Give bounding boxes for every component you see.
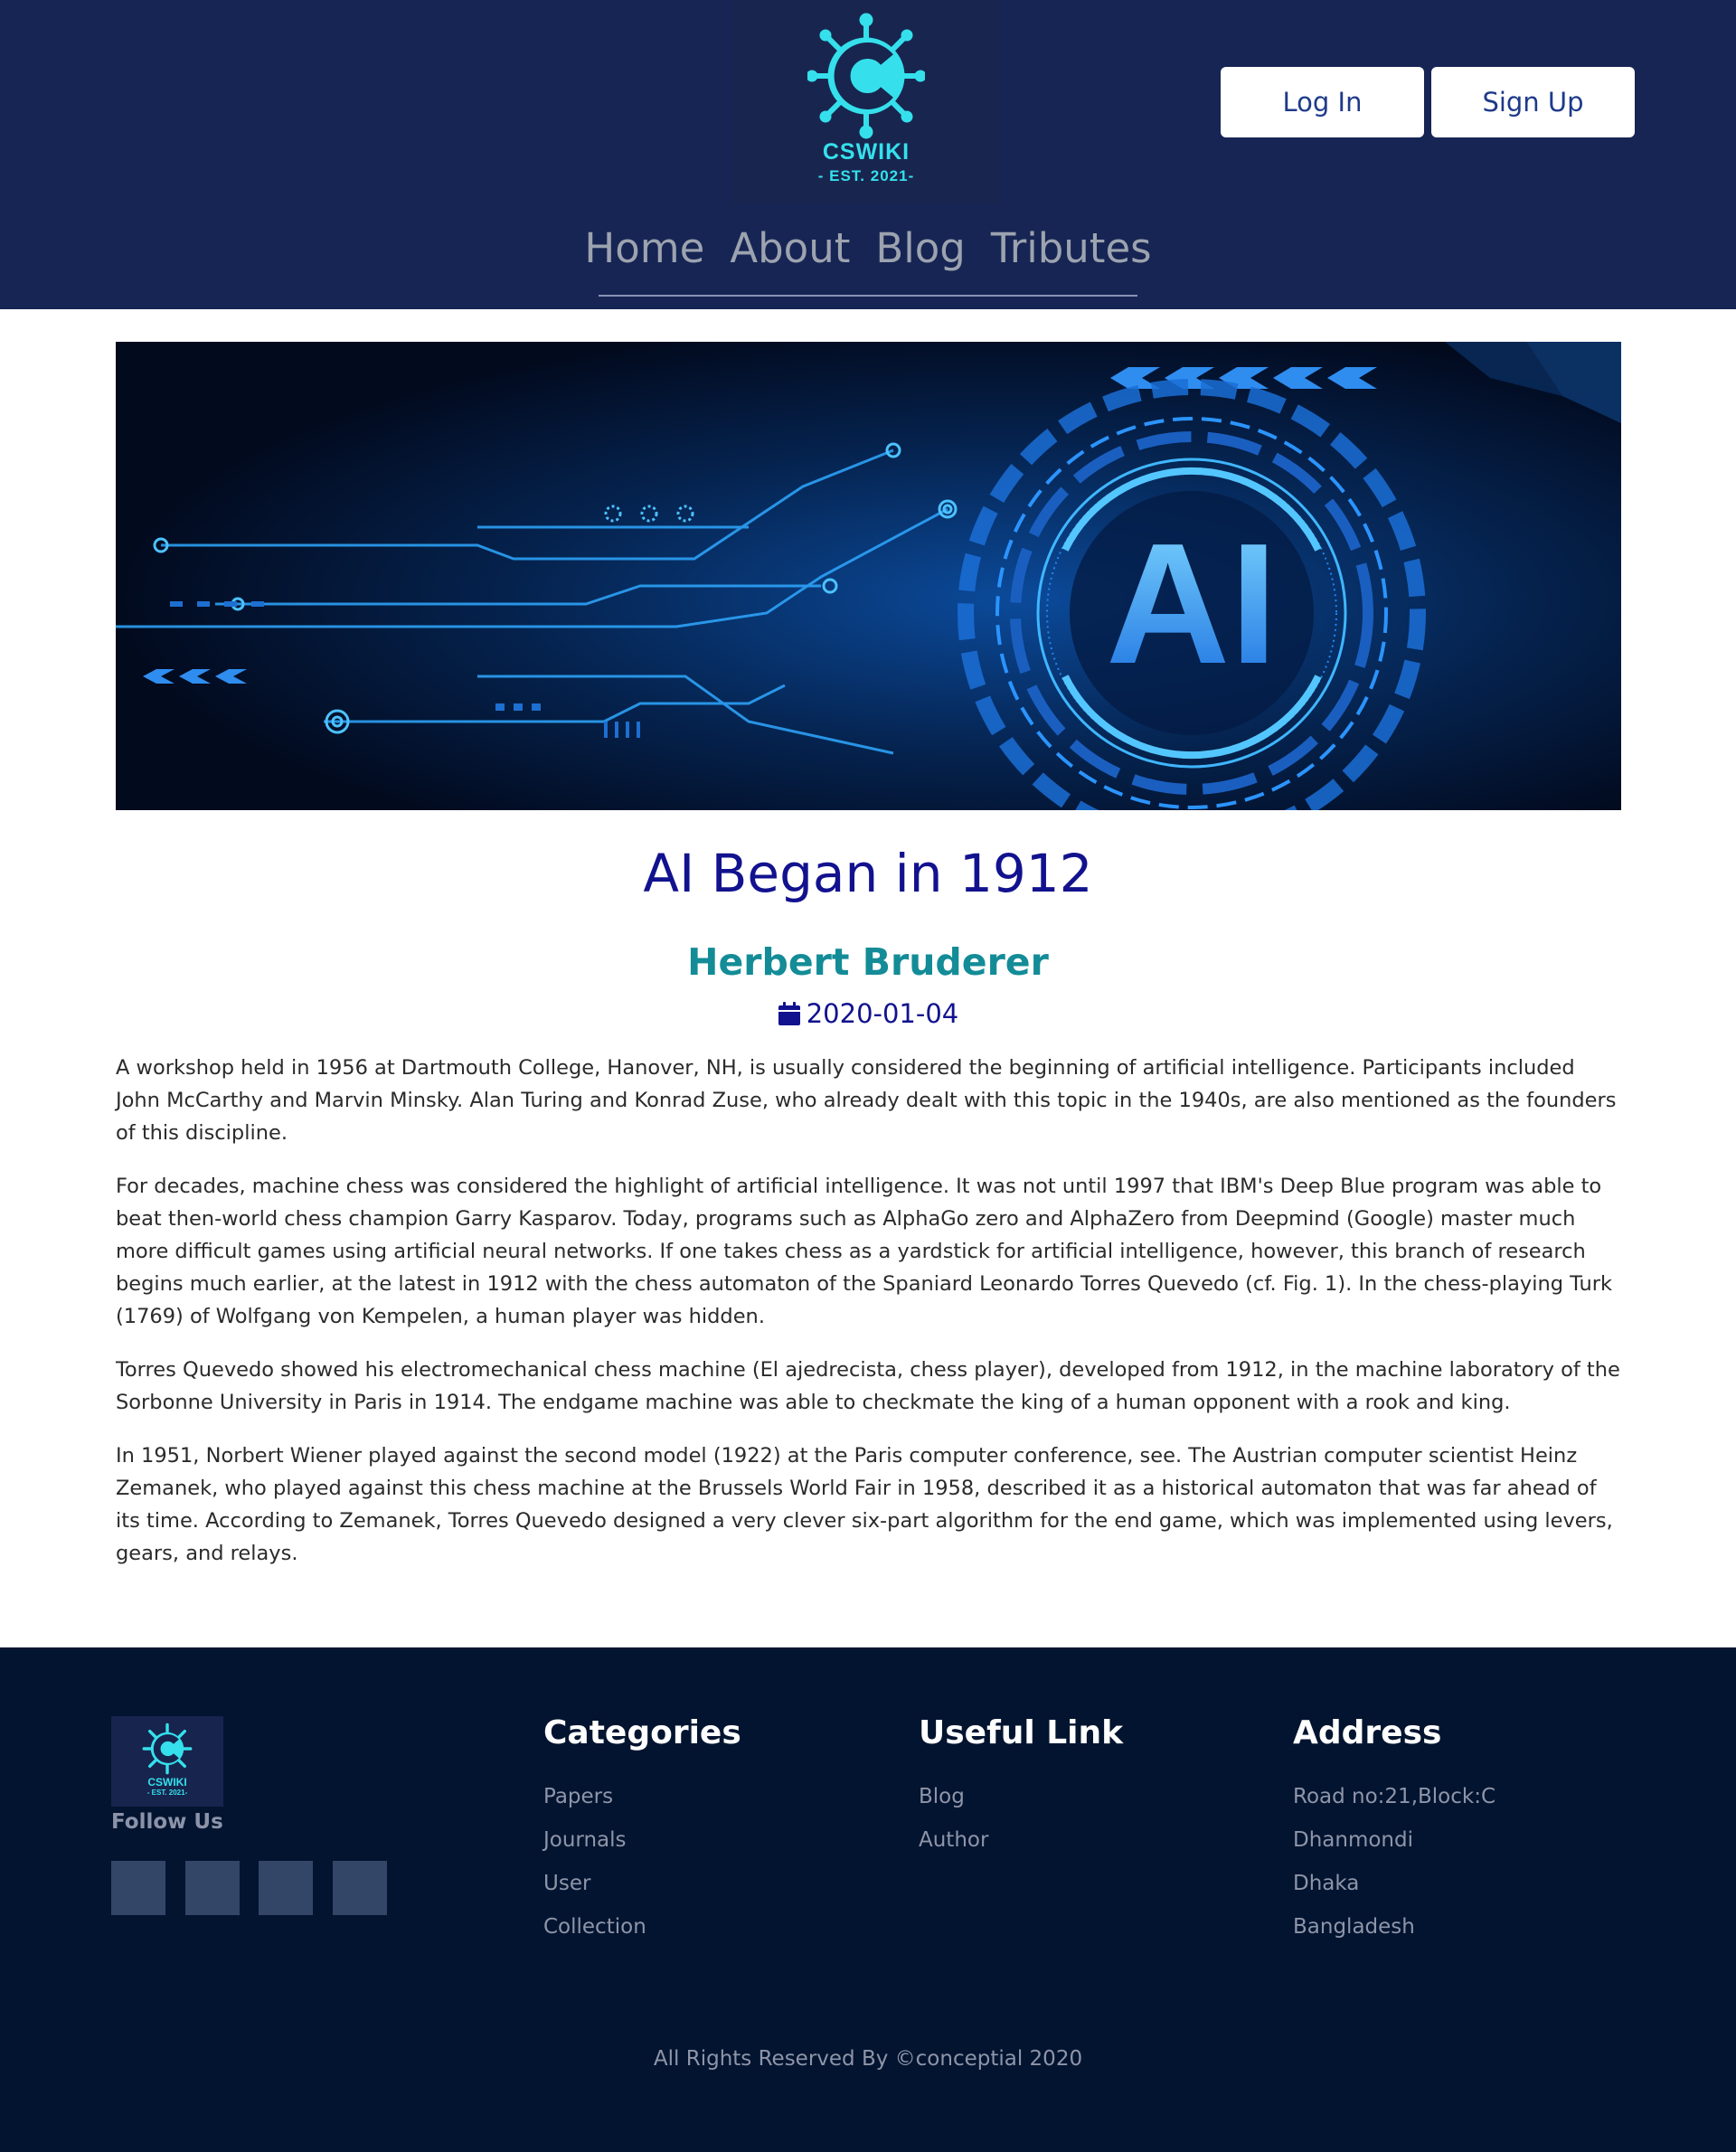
virus-logo-icon — [142, 1723, 193, 1775]
address-line: Dhanmondi — [1293, 1828, 1414, 1852]
category-link[interactable]: Collection — [543, 1905, 646, 1949]
useful-link[interactable]: Author — [919, 1818, 988, 1862]
social-icon[interactable] — [185, 1861, 240, 1915]
hero-banner-image: AI — [116, 342, 1621, 810]
calendar-icon — [778, 1002, 800, 1025]
social-icon[interactable] — [259, 1861, 313, 1915]
useful-link[interactable]: Blog — [919, 1775, 988, 1818]
footer-logo-subtitle: - EST. 2021- — [146, 1789, 188, 1797]
nav-home[interactable]: Home — [584, 224, 704, 273]
virus-logo-icon — [807, 13, 925, 139]
signup-button[interactable]: Sign Up — [1431, 67, 1635, 137]
article-author[interactable]: Herbert Bruderer — [0, 940, 1736, 984]
social-icon[interactable] — [111, 1861, 165, 1915]
article-paragraph: For decades, machine chess was considere… — [116, 1175, 1613, 1328]
category-link[interactable]: User — [543, 1862, 646, 1905]
categories-list: Papers Journals User Collection — [543, 1775, 646, 1949]
address-line: Dhaka — [1293, 1872, 1360, 1895]
useful-links-list: Blog Author — [919, 1775, 988, 1862]
footer-logo[interactable]: CSWIKI - EST. 2021- — [111, 1716, 223, 1807]
login-button[interactable]: Log In — [1221, 67, 1424, 137]
category-link[interactable]: Journals — [543, 1818, 646, 1862]
main-nav: Home About Blog Tributes — [584, 224, 1152, 297]
social-icon[interactable] — [333, 1861, 387, 1915]
nav-blog[interactable]: Blog — [875, 224, 965, 273]
nav-about[interactable]: About — [730, 224, 850, 273]
logo-subtitle: - EST. 2021- — [817, 167, 915, 184]
article-paragraph: A workshop held in 1956 at Dartmouth Col… — [116, 1056, 1617, 1145]
article-paragraph: Torres Quevedo showed his electromechani… — [116, 1358, 1620, 1414]
categories-heading: Categories — [543, 1714, 741, 1751]
category-link[interactable]: Papers — [543, 1775, 646, 1818]
site-logo[interactable]: CSWIKI - EST. 2021- — [732, 0, 1000, 204]
ai-circuit-banner-icon: AI — [116, 342, 1621, 810]
address-line: Road no:21,Block:C — [1293, 1785, 1496, 1808]
hero-ai-text: AI — [1106, 508, 1278, 700]
site-footer: CSWIKI - EST. 2021- Follow Us Categories… — [0, 1647, 1736, 2152]
article-date: 2020-01-04 — [0, 998, 1736, 1029]
useful-link-heading: Useful Link — [919, 1714, 1124, 1751]
address-line: Bangladesh — [1293, 1915, 1415, 1939]
nav-tributes[interactable]: Tributes — [991, 224, 1152, 273]
article-paragraph: In 1951, Norbert Wiener played against t… — [116, 1444, 1613, 1565]
article-date-text: 2020-01-04 — [806, 998, 959, 1029]
address-list: Road no:21,Block:C Dhanmondi Dhaka Bangl… — [1293, 1775, 1495, 1949]
article-title: AI Began in 1912 — [643, 843, 1093, 904]
follow-us-label: Follow Us — [111, 1810, 223, 1834]
logo-title: CSWIKI — [822, 139, 910, 165]
footer-logo-title: CSWIKI — [147, 1776, 187, 1789]
address-heading: Address — [1293, 1714, 1442, 1751]
site-header: CSWIKI - EST. 2021- Log In Sign Up Home … — [0, 0, 1736, 309]
copyright-text: All Rights Reserved By ©conceptial 2020 — [653, 2047, 1083, 2071]
article-body: A workshop held in 1956 at Dartmouth Col… — [116, 1052, 1621, 1590]
